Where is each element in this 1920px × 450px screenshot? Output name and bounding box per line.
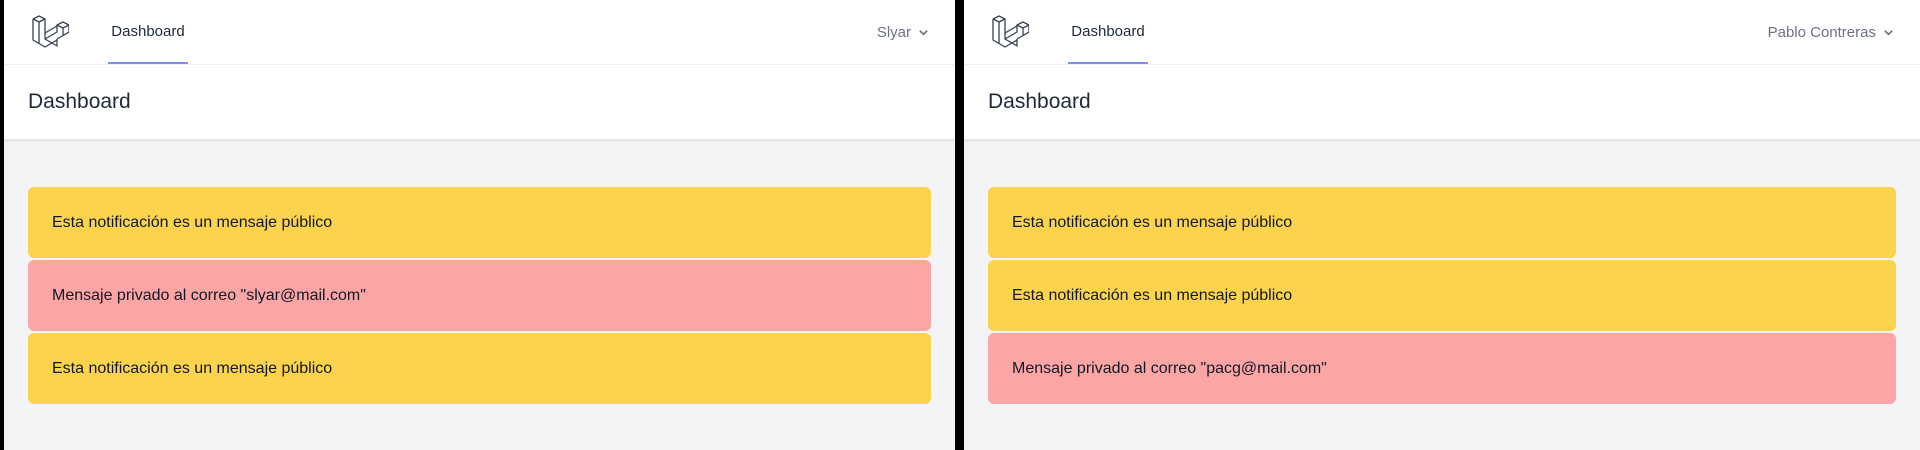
chevron-down-icon — [919, 29, 928, 36]
top-navigation: Dashboard Slyar — [4, 0, 955, 65]
page-header: Dashboard — [964, 65, 1920, 140]
user-name: Pablo Contreras — [1767, 23, 1876, 41]
notification-public: Esta notificación es un mensaje público — [988, 187, 1896, 258]
browser-pane-right: Dashboard Pablo Contreras Dashboard Esta… — [964, 0, 1920, 450]
notification-list: Esta notificación es un mensaje público … — [988, 187, 1896, 406]
chevron-down-icon — [1884, 29, 1893, 36]
nav-link-dashboard[interactable]: Dashboard — [108, 0, 188, 64]
browser-pane-left: Dashboard Slyar Dashboard Esta notificac… — [4, 0, 955, 450]
user-menu-button[interactable]: Pablo Contreras — [1768, 0, 1894, 64]
notification-private: Mensaje privado al correo "slyar@mail.co… — [28, 260, 931, 331]
nav-link-dashboard[interactable]: Dashboard — [1068, 0, 1148, 64]
page-header: Dashboard — [4, 65, 955, 140]
page-title: Dashboard — [988, 90, 1091, 113]
notification-public: Esta notificación es un mensaje público — [28, 187, 931, 258]
notification-list: Esta notificación es un mensaje público … — [28, 187, 931, 406]
user-menu-button[interactable]: Slyar — [877, 0, 929, 64]
laravel-logo-icon[interactable] — [991, 15, 1029, 51]
notification-public: Esta notificación es un mensaje público — [988, 260, 1896, 331]
notification-private: Mensaje privado al correo "pacg@mail.com… — [988, 333, 1896, 404]
user-name: Slyar — [876, 23, 911, 41]
laravel-logo-icon[interactable] — [31, 15, 69, 51]
top-navigation: Dashboard Pablo Contreras — [964, 0, 1920, 65]
notification-public: Esta notificación es un mensaje público — [28, 333, 931, 404]
page-title: Dashboard — [28, 90, 131, 113]
